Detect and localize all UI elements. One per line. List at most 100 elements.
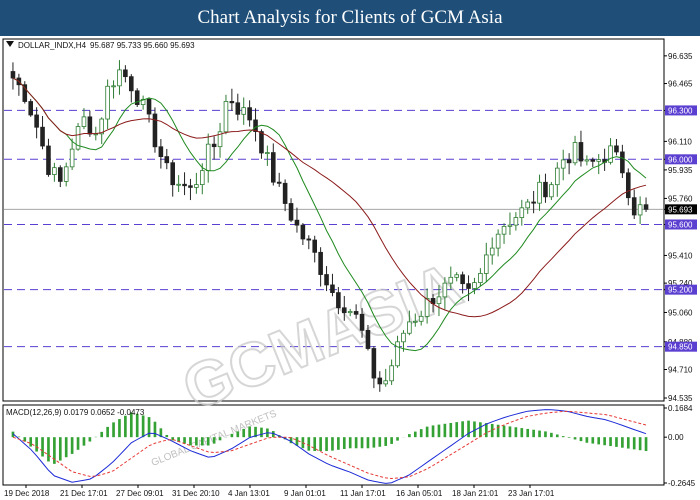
candle-body bbox=[643, 204, 649, 210]
candle-body bbox=[176, 183, 181, 186]
candle-body bbox=[519, 207, 525, 218]
candle-body bbox=[318, 251, 323, 275]
candle-body bbox=[566, 159, 572, 164]
candle-body bbox=[69, 148, 75, 168]
candle-body bbox=[276, 181, 282, 184]
candle-body bbox=[412, 320, 418, 323]
candle-body bbox=[365, 329, 371, 349]
candle-body bbox=[117, 69, 122, 87]
candle-body bbox=[418, 315, 424, 322]
candle-body bbox=[531, 201, 536, 204]
candle-body bbox=[81, 116, 87, 127]
candle-body bbox=[359, 313, 365, 331]
candle-body bbox=[584, 159, 590, 162]
candle-body bbox=[63, 166, 69, 182]
candle-body bbox=[377, 377, 383, 385]
macd-axis: 0.1684 0.00 -0.2645 bbox=[664, 404, 696, 488]
symbol-label: DOLLAR_INDX,H4 bbox=[18, 41, 87, 50]
price-tick-label: 96.465 bbox=[668, 80, 693, 89]
chart-title-bar: Chart Analysis for Clients of GCM Asia bbox=[0, 0, 700, 36]
candle-body bbox=[300, 224, 306, 240]
candle-body bbox=[637, 204, 643, 216]
candle-body bbox=[495, 233, 501, 249]
price-tick-label: 94.850 bbox=[668, 343, 693, 352]
candle-body bbox=[111, 85, 116, 88]
price-tick-label: 95.200 bbox=[668, 286, 693, 295]
candle-body bbox=[608, 145, 613, 163]
candle-body bbox=[105, 85, 110, 120]
candle-body bbox=[383, 380, 389, 385]
candle-body bbox=[211, 143, 217, 148]
candle-body bbox=[371, 348, 377, 379]
candle-body bbox=[259, 131, 264, 154]
candle-body bbox=[478, 273, 483, 284]
candle-body bbox=[483, 254, 489, 274]
candle-body bbox=[282, 182, 288, 204]
time-tick-label: 4 Jan 13:01 bbox=[228, 489, 270, 498]
candle-body bbox=[312, 239, 318, 253]
candle-body bbox=[466, 283, 471, 289]
candle-body bbox=[407, 321, 412, 334]
candle-body bbox=[554, 167, 560, 186]
candle-body bbox=[10, 71, 16, 79]
price-tick-label: 96.110 bbox=[668, 137, 692, 146]
candle-body bbox=[525, 201, 531, 209]
candle-body bbox=[336, 292, 341, 309]
candle-body bbox=[28, 101, 34, 116]
candle-body bbox=[389, 365, 394, 382]
candle-body bbox=[330, 284, 335, 294]
candle-body bbox=[235, 102, 241, 115]
chart-title: Chart Analysis for Clients of GCM Asia bbox=[197, 7, 503, 28]
candle-body bbox=[34, 114, 39, 128]
candle-body bbox=[460, 274, 465, 285]
price-tick-label: 95.600 bbox=[668, 220, 693, 229]
price-tick-label: 95.060 bbox=[668, 308, 693, 317]
candle-body bbox=[454, 274, 460, 278]
candle-body bbox=[543, 181, 548, 198]
price-tick-label: 95.693 bbox=[668, 205, 693, 214]
candle-body bbox=[146, 98, 152, 115]
candle-body bbox=[52, 167, 57, 175]
candle-body bbox=[353, 311, 359, 315]
price-tick-label: 96.300 bbox=[668, 106, 693, 115]
candle-body bbox=[128, 76, 134, 92]
candle-body bbox=[199, 170, 205, 186]
candle-body bbox=[123, 69, 128, 78]
candle-body bbox=[614, 145, 619, 153]
candle-body bbox=[265, 152, 270, 154]
price-chart: GCMASIA GLOBAL CAPITAL MARKETS 96.63596.… bbox=[2, 38, 697, 498]
candle-body bbox=[501, 225, 507, 235]
candle-body bbox=[347, 311, 353, 314]
macd-tick-label: 0.1684 bbox=[668, 404, 693, 413]
candle-body bbox=[489, 247, 495, 256]
candle-body bbox=[57, 167, 63, 182]
macd-label: MACD(12,26,9) 0.0179 0.0652 -0.0473 bbox=[6, 408, 145, 417]
candle-body bbox=[288, 203, 294, 221]
time-tick-label: 27 Dec 09:01 bbox=[116, 489, 164, 498]
candle-body bbox=[448, 276, 454, 284]
candle-body bbox=[324, 274, 329, 286]
candle-body bbox=[631, 197, 637, 216]
candle-body bbox=[152, 113, 158, 148]
time-tick-label: 21 Dec 17:01 bbox=[60, 489, 108, 498]
price-tick-label: 95.935 bbox=[668, 166, 693, 175]
candle-body bbox=[596, 159, 602, 162]
macd-tick-label: 0.00 bbox=[668, 433, 684, 442]
candle-body bbox=[194, 184, 199, 188]
candle-body bbox=[507, 224, 513, 227]
candle-body bbox=[560, 159, 566, 169]
price-tick-label: 95.760 bbox=[668, 194, 693, 203]
candle-body bbox=[229, 101, 235, 104]
candle-body bbox=[247, 107, 252, 121]
candle-body bbox=[223, 101, 229, 133]
candle-body bbox=[578, 142, 584, 162]
time-tick-label: 19 Dec 2018 bbox=[4, 489, 50, 498]
time-tick-label: 23 Jan 17:01 bbox=[508, 489, 555, 498]
price-tick-label: 96.000 bbox=[668, 155, 693, 164]
candle-body bbox=[87, 116, 93, 135]
price-tick-label: 94.710 bbox=[668, 365, 693, 374]
candle-body bbox=[40, 126, 45, 147]
price-tick-label: 94.535 bbox=[668, 394, 693, 403]
candle-body bbox=[620, 151, 625, 174]
candle-body bbox=[513, 217, 519, 226]
